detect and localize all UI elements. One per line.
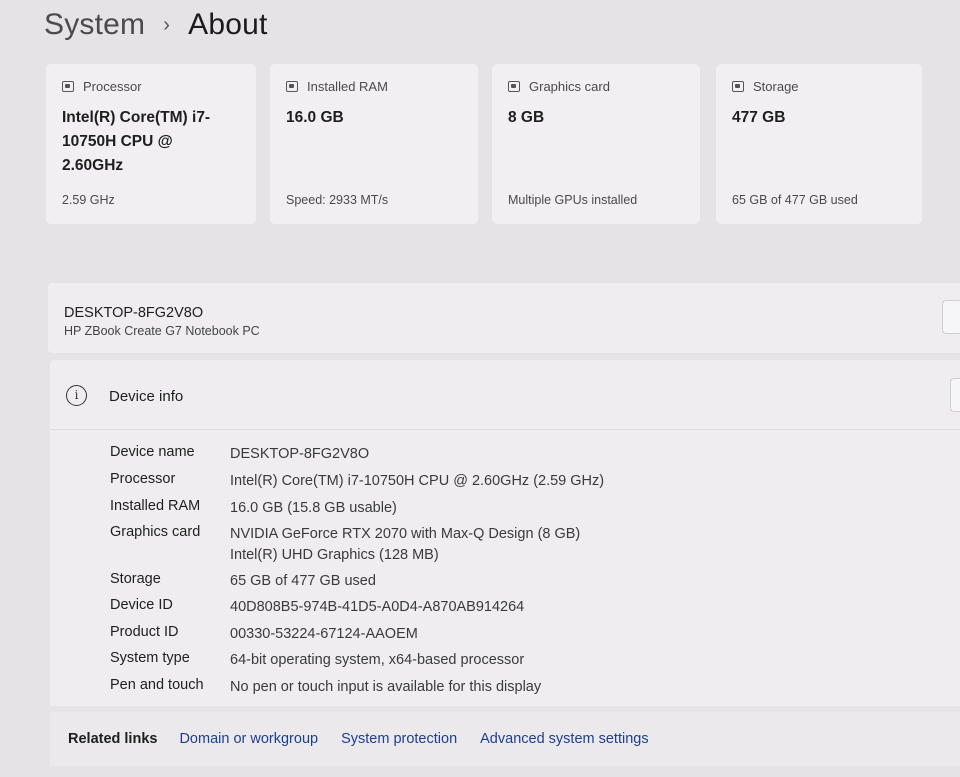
storage-icon bbox=[732, 81, 744, 92]
spec-label: Pen and touch bbox=[110, 677, 204, 693]
breadcrumb-system[interactable]: System bbox=[44, 8, 145, 42]
graphics-card-icon bbox=[508, 81, 520, 92]
spec-label: Product ID bbox=[110, 624, 179, 640]
spec-value: 65 GB of 477 GB used bbox=[230, 573, 376, 589]
related-links-bar: Related links Domain or workgroup System… bbox=[50, 712, 960, 766]
related-links-label: Related links bbox=[68, 731, 158, 747]
system-protection-link[interactable]: System protection bbox=[341, 731, 457, 747]
chevron-right-icon: › bbox=[163, 13, 171, 36]
storage-card: Storage 477 GB 65 GB of 477 GB used bbox=[716, 64, 922, 224]
spec-value: 40D808B5-974B-41D5-A0D4-A870AB914264 bbox=[230, 599, 525, 615]
device-name-panel: DESKTOP-8FG2V8O HP ZBook Create G7 Noteb… bbox=[48, 283, 960, 353]
spec-value: 16.0 GB (15.8 GB usable) bbox=[230, 500, 397, 516]
page-title: About bbox=[188, 8, 268, 41]
processor-card: Processor Intel(R) Core(TM) i7-10750H CP… bbox=[46, 64, 256, 224]
spec-label: Device name bbox=[110, 444, 195, 460]
card-label: Graphics card bbox=[529, 79, 610, 94]
card-value: Intel(R) Core(TM) i7-10750H CPU @ 2.60GH… bbox=[62, 109, 211, 174]
spec-label: Graphics card bbox=[110, 524, 201, 540]
spec-label: Device ID bbox=[110, 597, 173, 613]
device-model: HP ZBook Create G7 Notebook PC bbox=[64, 324, 260, 338]
spec-value: NVIDIA GeForce RTX 2070 with Max-Q Desig… bbox=[230, 526, 581, 542]
card-sub: 2.59 GHz bbox=[62, 193, 115, 207]
ram-card: Installed RAM 16.0 GB Speed: 2933 MT/s bbox=[270, 64, 478, 224]
domain-or-workgroup-link[interactable]: Domain or workgroup bbox=[179, 731, 318, 747]
spec-value: 64-bit operating system, x64-based proce… bbox=[230, 652, 525, 668]
spec-value: Intel(R) Core(TM) i7-10750H CPU @ 2.60GH… bbox=[230, 473, 605, 489]
graphics-card-card: Graphics card 8 GB Multiple GPUs install… bbox=[492, 64, 700, 224]
device-info-panel: i Device info Device name DESKTOP-8FG2V8… bbox=[50, 360, 960, 706]
spec-value: 00330-53224-67124-AAOEM bbox=[230, 626, 418, 642]
processor-icon bbox=[62, 81, 74, 92]
card-label: Processor bbox=[83, 79, 142, 94]
advanced-system-settings-link[interactable]: Advanced system settings bbox=[480, 731, 648, 747]
card-value: 477 GB bbox=[732, 109, 786, 126]
spec-label: Storage bbox=[110, 571, 161, 587]
card-sub: Multiple GPUs installed bbox=[508, 193, 638, 207]
card-label: Storage bbox=[753, 79, 799, 94]
spec-value-secondary: Intel(R) UHD Graphics (128 MB) bbox=[230, 547, 439, 563]
card-sub: Speed: 2933 MT/s bbox=[286, 193, 389, 207]
card-value: 8 GB bbox=[508, 109, 545, 126]
card-label: Installed RAM bbox=[307, 79, 388, 94]
copy-button[interactable] bbox=[950, 378, 960, 412]
breadcrumb: System › About bbox=[44, 8, 268, 42]
card-sub: 65 GB of 477 GB used bbox=[732, 193, 858, 207]
spec-value: No pen or touch input is available for t… bbox=[230, 679, 542, 695]
rename-button[interactable] bbox=[942, 300, 960, 334]
device-info-title: Device info bbox=[109, 388, 184, 405]
device-info-header[interactable]: i Device info bbox=[50, 360, 960, 430]
card-value: 16.0 GB bbox=[286, 109, 344, 126]
spec-label: System type bbox=[110, 650, 190, 666]
spec-value: DESKTOP-8FG2V8O bbox=[230, 446, 370, 462]
spec-label: Processor bbox=[110, 471, 176, 487]
device-name: DESKTOP-8FG2V8O bbox=[64, 305, 204, 321]
info-icon: i bbox=[66, 385, 87, 406]
spec-label: Installed RAM bbox=[110, 498, 201, 514]
ram-icon bbox=[286, 81, 298, 92]
